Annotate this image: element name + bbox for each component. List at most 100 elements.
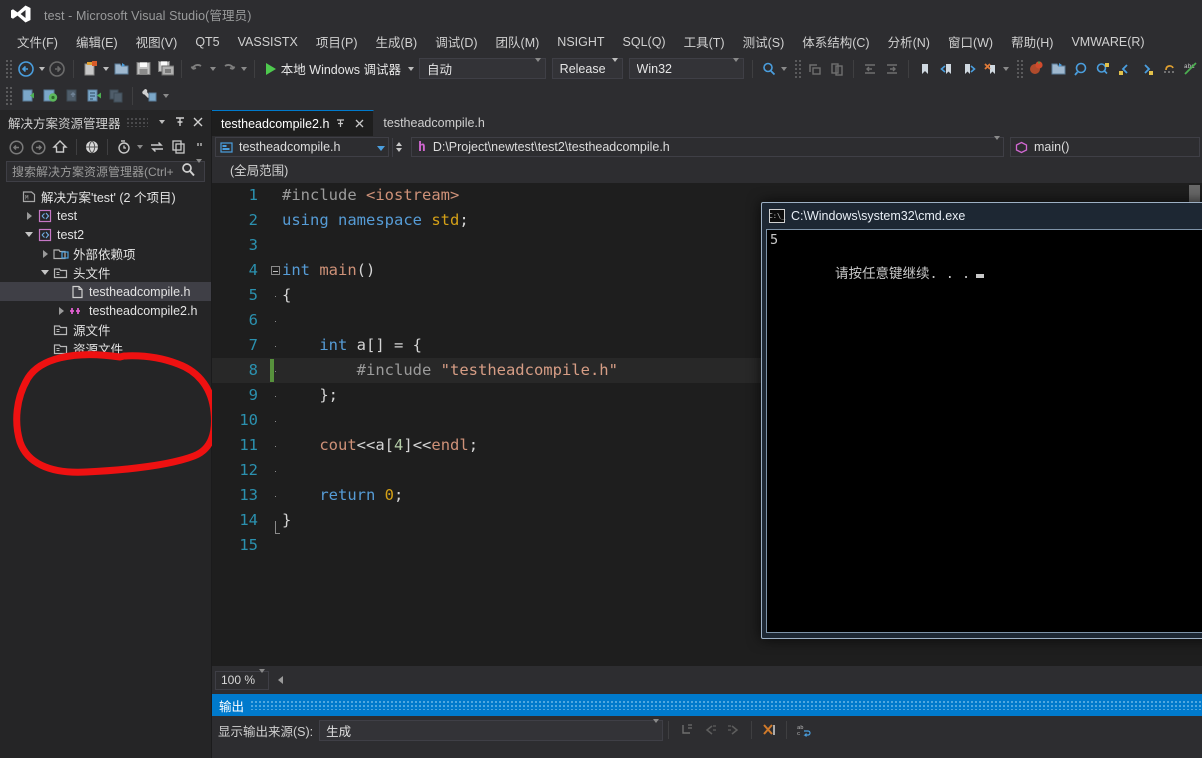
prev-bookmark-icon[interactable] (936, 58, 958, 80)
next-bookmark-icon[interactable] (958, 58, 980, 80)
find-icon[interactable] (758, 58, 780, 80)
toolbox-dropdown[interactable] (160, 85, 171, 107)
menu-item[interactable]: 分析(N) (879, 28, 939, 55)
redo-icon[interactable] (218, 58, 240, 80)
cmd-console-window[interactable]: C:\_ C:\Windows\system32\cmd.exe 5 请按任意键… (761, 202, 1202, 639)
clear-all-icon[interactable] (757, 718, 781, 742)
editor-tab-active[interactable]: testheadcompile2.h (212, 110, 375, 136)
pin-icon[interactable] (333, 116, 348, 132)
pin-icon[interactable] (171, 113, 189, 131)
home-icon[interactable] (50, 136, 71, 158)
pending-changes-icon[interactable] (113, 136, 134, 158)
tree-item[interactable]: 外部依赖项 (0, 244, 211, 263)
undo-icon[interactable] (187, 58, 209, 80)
navigate-back-icon[interactable] (15, 58, 37, 80)
open-folder-icon[interactable] (1048, 58, 1070, 80)
web-view-icon[interactable] (81, 136, 102, 158)
save-all-icon[interactable] (154, 58, 176, 80)
chevron-down-icon[interactable] (653, 719, 660, 737)
sync-icon[interactable] (147, 136, 168, 158)
configuration-combo[interactable]: Release (551, 57, 623, 79)
new-project-dropdown[interactable] (101, 58, 110, 80)
chevron-down-icon[interactable] (994, 136, 1000, 154)
menu-item[interactable]: SQL(Q) (614, 31, 675, 53)
toolbar-grip[interactable] (5, 58, 13, 79)
search-input[interactable]: 搜索解决方案资源管理器(Ctrl+ (6, 158, 205, 182)
chevron-down-icon[interactable] (259, 669, 265, 687)
open-file-icon[interactable] (110, 58, 132, 80)
platform-toolset-combo[interactable]: 自动 (418, 57, 546, 79)
member-selector-combo[interactable]: main() (1010, 137, 1200, 157)
chevron-down-icon[interactable] (38, 263, 52, 282)
menu-item[interactable]: 编辑(E) (67, 28, 127, 55)
panel-drag-dots[interactable] (250, 700, 1202, 710)
menu-item[interactable]: 项目(P) (307, 28, 367, 55)
goto-prev-icon[interactable] (1114, 58, 1136, 80)
stop-icon[interactable] (105, 85, 127, 107)
collapse-all-icon[interactable] (168, 136, 189, 158)
tree-item[interactable]: test2 (0, 225, 211, 244)
pending-changes-dropdown[interactable] (135, 136, 145, 158)
goto-next-icon[interactable] (1136, 58, 1158, 80)
next-message-icon[interactable] (722, 718, 746, 742)
menu-item[interactable]: NSIGHT (548, 31, 613, 53)
decrease-indent-icon[interactable] (859, 58, 881, 80)
menu-item[interactable]: 调试(D) (426, 28, 486, 55)
breakpoint-icon[interactable] (1026, 58, 1048, 80)
navigate-forward-icon[interactable] (46, 58, 68, 80)
menu-item[interactable]: 生成(B) (367, 28, 427, 55)
tree-item[interactable]: 源文件 (0, 320, 211, 339)
project-selector-combo[interactable]: testheadcompile.h (215, 137, 389, 157)
horizontal-split-handle[interactable] (275, 670, 286, 690)
chevron-down-icon[interactable] (377, 140, 385, 154)
file-path-combo[interactable]: h D:\Project\newtest\test2\testheadcompi… (411, 136, 1004, 157)
platform-combo[interactable]: Win32 (628, 57, 744, 79)
menu-item[interactable]: 体系结构(C) (793, 28, 878, 55)
redo-dropdown[interactable] (240, 58, 249, 80)
close-icon[interactable] (352, 116, 367, 132)
overflow-icon[interactable] (190, 136, 211, 158)
menu-item[interactable]: QT5 (186, 31, 228, 53)
toolbar-grip[interactable] (5, 85, 14, 106)
step-into-icon[interactable] (17, 85, 39, 107)
menu-item[interactable]: 工具(T) (675, 28, 734, 55)
start-debugging-button[interactable]: 本地 Windows 调试器 (260, 57, 407, 80)
tree-item[interactable]: M 解决方案'test' (2 个项目) (0, 187, 211, 206)
toolbar-grip[interactable] (1015, 58, 1023, 79)
menu-item[interactable]: 团队(M) (487, 28, 549, 55)
console-title-bar[interactable]: C:\_ C:\Windows\system32\cmd.exe (762, 203, 1202, 229)
start-debugging-dropdown[interactable] (407, 58, 416, 80)
step-over-icon[interactable] (61, 85, 83, 107)
prev-message-icon[interactable] (698, 718, 722, 742)
navigate-back-dropdown[interactable] (37, 58, 46, 80)
toolbar-grip[interactable] (793, 58, 801, 79)
tree-item[interactable]: testheadcompile2.h (0, 301, 211, 320)
menu-item[interactable]: 窗口(W) (939, 28, 1002, 55)
zoom-icon[interactable] (1070, 58, 1092, 80)
editor-tab-inactive[interactable]: testheadcompile.h (374, 110, 492, 136)
back-icon[interactable] (6, 136, 27, 158)
increase-indent-icon[interactable] (881, 58, 903, 80)
undo-nav-icon[interactable] (1158, 58, 1180, 80)
undo-dropdown[interactable] (209, 58, 218, 80)
menu-item[interactable]: 帮助(H) (1002, 28, 1062, 55)
find-dropdown[interactable] (780, 58, 789, 80)
forward-icon[interactable] (28, 136, 49, 158)
spellcheck-icon[interactable]: abc (1180, 58, 1202, 80)
quickfind-icon[interactable] (1092, 58, 1114, 80)
zoom-level-combo[interactable]: 100 % (215, 669, 269, 690)
bookmarks-dropdown[interactable] (1002, 58, 1011, 80)
chevron-down-icon[interactable] (196, 158, 202, 181)
fold-toggle-icon[interactable] (268, 266, 282, 275)
close-icon[interactable] (189, 113, 207, 131)
menu-item[interactable]: VASSISTX (229, 31, 307, 53)
menu-item[interactable]: VMWARE(R) (1062, 31, 1153, 53)
output-pane-title-bar[interactable]: 输出 (212, 694, 1202, 716)
menu-item[interactable]: 测试(S) (734, 28, 794, 55)
menu-item[interactable]: 视图(V) (127, 28, 187, 55)
goto-message-icon[interactable] (674, 718, 698, 742)
nav-spinner[interactable] (392, 137, 405, 157)
chevron-down-icon[interactable] (22, 225, 36, 244)
menu-item[interactable]: 文件(F) (8, 28, 67, 55)
toggle-bookmark-icon[interactable] (914, 58, 936, 80)
